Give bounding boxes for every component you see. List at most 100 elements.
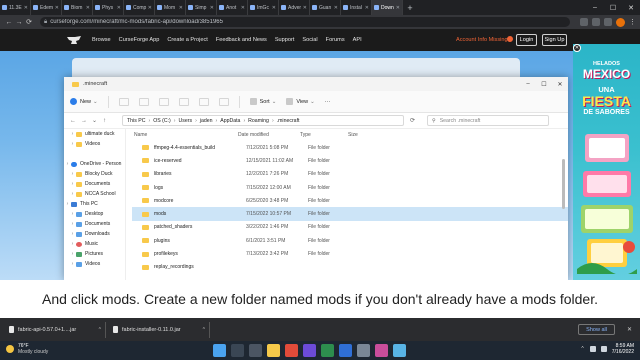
tab-close-icon[interactable]: ✕ <box>210 5 214 11</box>
column-date-modified[interactable]: Date modified <box>236 132 298 138</box>
show-all-button[interactable]: Show all <box>578 324 615 335</box>
share-icon[interactable] <box>198 97 209 106</box>
chevron-up-icon[interactable]: ^ <box>581 346 583 352</box>
new-tab-icon[interactable]: + <box>403 0 417 15</box>
browser-tab[interactable]: Instal ✕ <box>341 0 372 15</box>
address-bar[interactable]: 🔒︎ curseforge.com/minecraft/mc-mods/fabr… <box>40 17 570 27</box>
up-arrow-icon[interactable]: ↑ <box>103 118 114 124</box>
breadcrumb-item[interactable]: Roaming <box>248 118 269 124</box>
app-icon[interactable] <box>375 344 388 357</box>
chevron-icon[interactable]: › <box>69 251 76 257</box>
sort-button[interactable]: Sort ⌄ <box>249 98 276 105</box>
tab-close-icon[interactable]: ✕ <box>148 5 152 11</box>
browser-tab[interactable]: Adver ✕ <box>279 0 310 15</box>
breadcrumb-item[interactable]: .minecraft <box>277 118 300 124</box>
chevron-up-icon[interactable]: ^ <box>99 327 101 333</box>
chevron-icon[interactable]: › <box>69 221 76 227</box>
close-ad-icon[interactable]: ✕ <box>573 44 581 52</box>
browser-tab[interactable]: Comp ✕ <box>124 0 155 15</box>
nav-pane-item[interactable]: › Desktop <box>64 209 125 219</box>
more-options-button[interactable]: ··· <box>325 99 331 105</box>
nav-pane-item[interactable]: › OneDrive - Person <box>64 159 125 169</box>
tab-close-icon[interactable]: ✕ <box>272 5 276 11</box>
extension-icon[interactable] <box>604 18 612 26</box>
browser-tab[interactable]: Biom ✕ <box>62 0 93 15</box>
tab-close-icon[interactable]: ✕ <box>303 5 307 11</box>
column-name[interactable]: Name <box>132 132 236 138</box>
tab-close-icon[interactable]: ✕ <box>396 5 400 11</box>
reload-icon[interactable]: ⟳ <box>24 18 34 26</box>
browser-tab[interactable]: 11.3E ✕ <box>0 0 31 15</box>
breadcrumb-item[interactable]: Users <box>179 118 193 124</box>
file-row[interactable]: libraries 12/2/2021 7:26 PM File folder <box>132 168 568 181</box>
nav-pane-item[interactable]: › Documents <box>64 179 125 189</box>
chevron-icon[interactable]: › <box>69 171 76 177</box>
tab-close-icon[interactable]: ✕ <box>117 5 121 11</box>
nav-link-create-a-project[interactable]: Create a Project <box>167 37 207 43</box>
file-explorer-icon[interactable] <box>267 344 280 357</box>
signup-button[interactable]: Sign Up <box>542 34 567 46</box>
wifi-icon[interactable] <box>589 346 596 352</box>
app-icon[interactable] <box>303 344 316 357</box>
tab-close-icon[interactable]: ✕ <box>24 5 28 11</box>
column-size[interactable]: Size <box>346 132 386 138</box>
nav-link-curseforge-app[interactable]: CurseForge App <box>119 37 160 43</box>
breadcrumb-item[interactable]: jaden <box>200 118 213 124</box>
chevron-up-icon[interactable]: ^ <box>203 327 205 333</box>
forward-arrow-icon[interactable]: → <box>81 118 92 124</box>
file-row[interactable]: logs 7/15/2022 12:00 AM File folder <box>132 181 568 194</box>
chevron-icon[interactable]: › <box>69 231 76 237</box>
refresh-icon[interactable]: ⟳ <box>410 117 415 124</box>
forward-icon[interactable]: → <box>14 19 24 26</box>
profile-avatar[interactable] <box>616 17 625 27</box>
paste-icon[interactable] <box>158 97 169 106</box>
app-icon[interactable] <box>393 344 406 357</box>
maximize-icon[interactable]: ☐ <box>604 0 622 15</box>
file-row[interactable]: modcore 6/25/2020 3:48 PM File folder <box>132 194 568 207</box>
browser-tab[interactable]: ImGc ✕ <box>248 0 279 15</box>
tab-close-icon[interactable]: ✕ <box>241 5 245 11</box>
nav-pane-item[interactable]: › Videos <box>64 139 125 149</box>
account-info-missing-link[interactable]: Account Info Missing? <box>456 37 511 43</box>
close-icon[interactable]: ✕ <box>622 0 640 15</box>
file-row[interactable]: ice-reserved 12/15/2021 11:02 AM File fold… <box>132 154 568 167</box>
back-icon[interactable]: ← <box>4 19 14 26</box>
close-icon[interactable]: ✕ <box>552 81 568 88</box>
curseforge-logo[interactable] <box>66 35 82 45</box>
back-arrow-icon[interactable]: ← <box>70 118 81 124</box>
copy-icon[interactable] <box>138 97 149 106</box>
login-button[interactable]: Login <box>516 34 537 46</box>
nav-link-feedback-and-news[interactable]: Feedback and News <box>216 37 267 43</box>
help-icon[interactable] <box>507 36 513 42</box>
chevron-icon[interactable]: › <box>69 141 76 147</box>
chevron-icon[interactable]: › <box>69 211 76 217</box>
nav-pane-item[interactable]: › This PC <box>64 199 125 209</box>
close-icon[interactable]: ✕ <box>627 326 632 333</box>
nav-pane-item[interactable]: › NCCA School <box>64 189 125 199</box>
nav-link-browse[interactable]: Browse <box>92 37 111 43</box>
nav-pane-item[interactable]: › ultimate duck <box>64 129 125 139</box>
extension-icon[interactable] <box>592 18 600 26</box>
download-item[interactable]: fabric-api-0.57.0+1....jar ^ <box>6 321 106 338</box>
explorer-search[interactable]: ⚲ <box>427 115 550 126</box>
column-type[interactable]: Type <box>298 132 346 138</box>
browser-tab[interactable]: Guan ✕ <box>310 0 341 15</box>
browser-tab[interactable]: Mom ✕ <box>155 0 186 15</box>
chevron-icon[interactable]: › <box>64 201 71 207</box>
app-icon[interactable] <box>339 344 352 357</box>
new-button[interactable]: New ⌄ <box>70 98 98 105</box>
nav-pane-item[interactable]: › Music <box>64 239 125 249</box>
nav-link-social[interactable]: Social <box>302 37 317 43</box>
chevron-icon[interactable]: › <box>69 261 76 267</box>
file-row[interactable]: replay_recordings <box>132 261 568 274</box>
download-item[interactable]: fabric-installer-0.11.0.jar ^ <box>110 321 210 338</box>
browser-tab[interactable]: Simp ✕ <box>186 0 217 15</box>
recent-locations-icon[interactable]: ⌄ <box>92 117 103 124</box>
tab-close-icon[interactable]: ✕ <box>365 5 369 11</box>
cut-icon[interactable] <box>118 97 129 106</box>
browser-tab[interactable]: Anot ✕ <box>217 0 248 15</box>
file-row[interactable]: patched_shaders 3/22/2022 1:46 PM File fol… <box>132 221 568 234</box>
breadcrumb-item[interactable]: AppData <box>220 118 240 124</box>
tab-close-icon[interactable]: ✕ <box>86 5 90 11</box>
file-row[interactable]: profilekeys 7/13/2022 3:42 PM File folder <box>132 247 568 260</box>
